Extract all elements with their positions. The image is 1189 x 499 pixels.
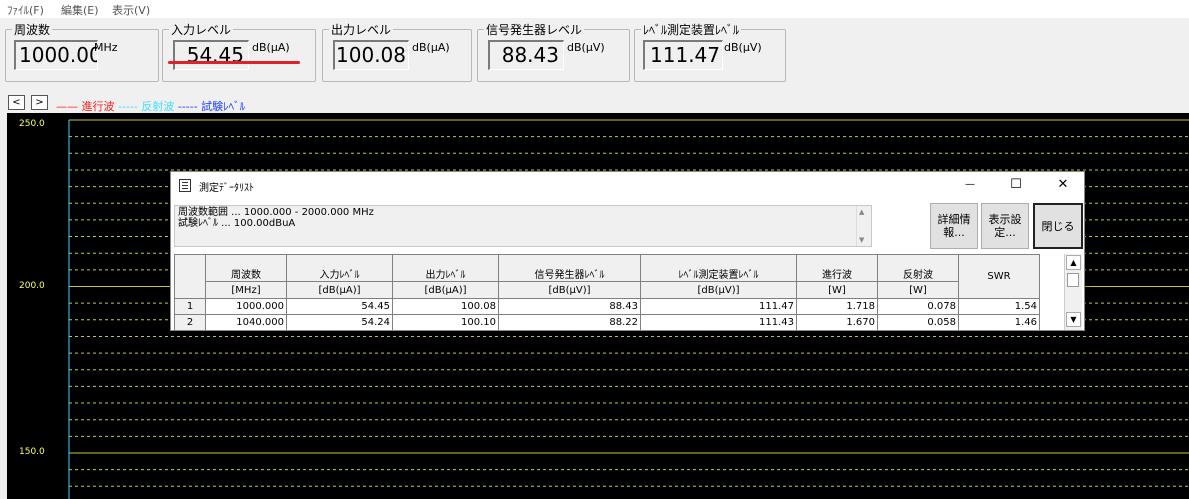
column-unit: [dB(μV)] bbox=[498, 281, 641, 299]
column-unit: [MHz] bbox=[205, 281, 287, 299]
dialog-title: 測定ﾃﾞｰﾀﾘｽﾄ bbox=[199, 183, 254, 194]
column-header[interactable]: 周波数 bbox=[205, 254, 287, 282]
meter-level-caption: ﾚﾍﾞﾙ測定装置ﾚﾍﾞﾙ bbox=[641, 21, 742, 38]
menu-file[interactable]: ﾌｧｲﾙ(F) bbox=[7, 2, 44, 18]
meter-level-unit: dB(μV) bbox=[724, 41, 762, 54]
y-tick-label: 250.0 bbox=[19, 119, 45, 129]
input-level-group: 入力レベル 54.45 dB(μA) bbox=[162, 21, 316, 82]
info-line: 周波数範囲 ... 1000.000 - 2000.000 MHz bbox=[178, 207, 374, 218]
column-unit: [dB(μA)] bbox=[392, 281, 499, 299]
menu-view[interactable]: 表示(V) bbox=[112, 2, 150, 18]
table-cell[interactable]: 100.08 bbox=[392, 298, 499, 315]
table-cell[interactable]: 1.54 bbox=[958, 298, 1040, 315]
column-header[interactable]: 信号発生器ﾚﾍﾞﾙ bbox=[498, 254, 641, 282]
legend-forward: —— 進行波 bbox=[56, 100, 115, 113]
column-unit: [W] bbox=[796, 281, 878, 299]
grid-scrollbar[interactable]: ▲ ▼ bbox=[1064, 254, 1082, 330]
maximize-icon[interactable]: ☐ bbox=[1006, 176, 1026, 194]
data-grid[interactable]: 周波数 入力ﾚﾍﾞﾙ 出力ﾚﾍﾞﾙ 信号発生器ﾚﾍﾞﾙ ﾚﾍﾞﾙ測定装置ﾚﾍﾞﾙ 進行波反… bbox=[174, 254, 1084, 330]
display-settings-button[interactable]: 表示設 定... bbox=[981, 203, 1029, 249]
table-cell[interactable]: 54.45 bbox=[286, 298, 393, 315]
table-cell[interactable]: 0.078 bbox=[877, 298, 959, 315]
scroll-down-icon[interactable]: ▼ bbox=[859, 235, 864, 246]
sg-level-value: 88.43 bbox=[488, 40, 564, 70]
table-cell[interactable]: 54.24 bbox=[286, 314, 393, 330]
y-tick-label: 150.0 bbox=[19, 447, 45, 457]
meter-level-group: ﾚﾍﾞﾙ測定装置ﾚﾍﾞﾙ 111.47 dB(μV) bbox=[634, 21, 786, 82]
table-cell[interactable]: 1.670 bbox=[796, 314, 878, 330]
column-header[interactable]: SWR bbox=[958, 254, 1040, 299]
next-button[interactable]: > bbox=[31, 95, 48, 110]
table-cell[interactable]: 88.43 bbox=[498, 298, 641, 315]
menu-edit[interactable]: 編集(E) bbox=[61, 2, 99, 18]
table-cell[interactable]: 1040.000 bbox=[205, 314, 287, 330]
table-row[interactable]: 2 1040.000 54.24 100.10 88.22 111.43 1.670 0.05… bbox=[174, 314, 1080, 330]
sg-level-unit: dB(μV) bbox=[567, 41, 605, 54]
legend-test-level: ----- 試験ﾚﾍﾞﾙ bbox=[177, 100, 246, 113]
column-header[interactable]: ﾚﾍﾞﾙ測定装置ﾚﾍﾞﾙ bbox=[640, 254, 797, 282]
frequency-unit: MHz bbox=[94, 41, 118, 54]
table-cell[interactable]: 1.718 bbox=[796, 298, 878, 315]
detail-info-button[interactable]: 詳細情 報... bbox=[930, 203, 978, 249]
info-scrollbar[interactable]: ▲ ▼ bbox=[856, 206, 871, 246]
column-unit: [W] bbox=[877, 281, 959, 299]
table-row[interactable]: 1 1000.000 54.45 100.08 88.43 111.47 1.718 0.07… bbox=[174, 298, 1080, 315]
frequency-caption: 周波数 bbox=[12, 21, 53, 38]
frequency-value: 1000.00 bbox=[14, 40, 98, 70]
grid-corner bbox=[174, 254, 206, 299]
column-unit: [dB(μV)] bbox=[640, 281, 797, 299]
meter-level-value: 111.47 bbox=[643, 40, 723, 70]
close-button[interactable]: 閉じる bbox=[1033, 203, 1083, 249]
table-cell[interactable]: 88.22 bbox=[498, 314, 641, 330]
scroll-up-icon[interactable]: ▲ bbox=[1066, 255, 1081, 270]
table-cell[interactable]: 111.43 bbox=[640, 314, 797, 330]
scroll-thumb[interactable] bbox=[1067, 273, 1079, 287]
output-level-caption: 出力レベル bbox=[329, 21, 394, 38]
table-cell[interactable]: 100.10 bbox=[392, 314, 499, 330]
scroll-down-icon[interactable]: ▼ bbox=[1066, 312, 1081, 327]
minimize-icon[interactable]: — bbox=[960, 176, 980, 194]
table-cell[interactable]: 1.46 bbox=[958, 314, 1040, 330]
frequency-group: 周波数 1000.00 MHz bbox=[5, 21, 159, 82]
data-list-dialog: 測定ﾃﾞｰﾀﾘｽﾄ — ☐ ✕ 周波数範囲 ... 1000.000 - 200… bbox=[170, 171, 1085, 331]
close-icon[interactable]: ✕ bbox=[1053, 176, 1073, 194]
row-number[interactable]: 1 bbox=[174, 298, 206, 315]
prev-button[interactable]: < bbox=[8, 95, 25, 110]
info-line: 試験ﾚﾍﾞﾙ ... 100.00dBuA bbox=[178, 218, 296, 229]
range-info-panel: 周波数範囲 ... 1000.000 - 2000.000 MHz 試験ﾚﾍﾞﾙ… bbox=[174, 205, 872, 247]
sg-level-caption: 信号発生器レベル bbox=[484, 21, 585, 38]
output-level-unit: dB(μA) bbox=[412, 41, 450, 54]
table-cell[interactable]: 111.47 bbox=[640, 298, 797, 315]
graph-legend: —— 進行波 ----- 反射波 ----- 試験ﾚﾍﾞﾙ bbox=[56, 98, 245, 114]
input-level-caption: 入力レベル bbox=[169, 21, 234, 38]
legend-reflected: ----- 反射波 bbox=[118, 100, 175, 113]
output-level-value: 100.08 bbox=[333, 40, 409, 70]
column-header[interactable]: 進行波 bbox=[796, 254, 878, 282]
input-level-value: 54.45 bbox=[173, 40, 249, 70]
row-number[interactable]: 2 bbox=[174, 314, 206, 330]
scroll-up-icon[interactable]: ▲ bbox=[859, 207, 864, 218]
column-header[interactable]: 出力ﾚﾍﾞﾙ bbox=[392, 254, 499, 282]
y-tick-label: 200.0 bbox=[19, 281, 45, 291]
output-level-group: 出力レベル 100.08 dB(μA) bbox=[322, 21, 472, 82]
table-cell[interactable]: 1000.000 bbox=[205, 298, 287, 315]
table-cell[interactable]: 0.058 bbox=[877, 314, 959, 330]
dialog-titlebar[interactable]: 測定ﾃﾞｰﾀﾘｽﾄ — ☐ ✕ bbox=[171, 172, 1084, 199]
list-window-icon bbox=[179, 179, 191, 192]
menu-bar: ﾌｧｲﾙ(F) 編集(E) 表示(V) bbox=[0, 0, 1189, 18]
sg-level-group: 信号発生器レベル 88.43 dB(μV) bbox=[477, 21, 630, 82]
column-header[interactable]: 反射波 bbox=[877, 254, 959, 282]
column-unit: [dB(μA)] bbox=[286, 281, 393, 299]
column-header[interactable]: 入力ﾚﾍﾞﾙ bbox=[286, 254, 393, 282]
red-underline-annotation bbox=[168, 61, 300, 64]
input-level-unit: dB(μA) bbox=[252, 41, 290, 54]
